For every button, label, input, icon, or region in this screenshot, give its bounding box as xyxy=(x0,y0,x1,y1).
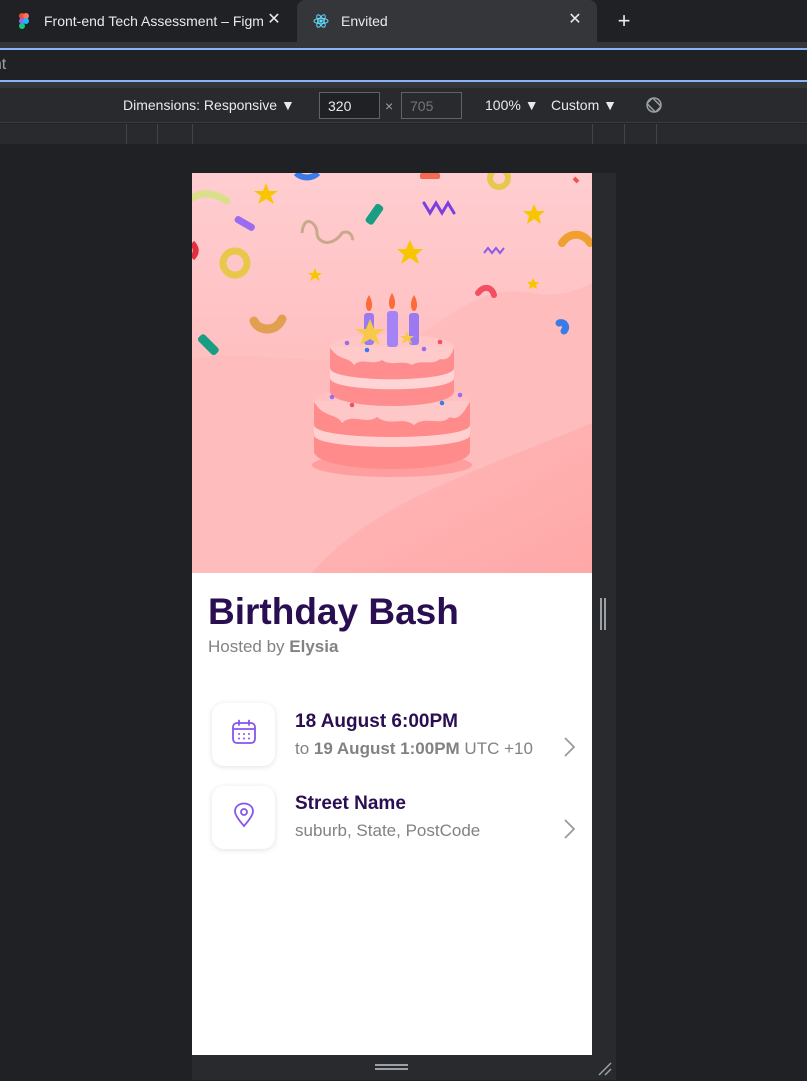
tab-envited[interactable]: Envited ✕ xyxy=(297,0,597,42)
hosted-by-label: Hosted by xyxy=(208,637,290,656)
address-bar[interactable] xyxy=(0,48,807,82)
dimensions-dropdown[interactable]: Dimensions: Responsive ▼ xyxy=(123,97,295,113)
resize-handle-right[interactable] xyxy=(600,598,606,630)
location-pin-icon xyxy=(232,802,256,833)
rotate-icon[interactable] xyxy=(645,96,663,114)
location-card xyxy=(212,786,275,849)
zoom-dropdown[interactable]: 100% ▼ xyxy=(485,97,539,113)
calendar-icon xyxy=(231,719,257,750)
throttle-dropdown[interactable]: Custom ▼ xyxy=(551,97,617,113)
media-query-ruler xyxy=(0,124,807,144)
react-icon xyxy=(313,13,329,29)
browser-toolbar xyxy=(0,42,807,88)
close-icon[interactable]: ✕ xyxy=(567,12,583,28)
times-symbol: × xyxy=(385,98,394,114)
address-input[interactable] xyxy=(0,50,807,80)
width-input[interactable] xyxy=(319,92,380,119)
host-line: Hosted by Elysia xyxy=(208,637,338,657)
tab-label: Front-end Tech Assessment – Figma xyxy=(44,13,264,29)
tab-strip: Front-end Tech Assessment – Figma ✕ Envi… xyxy=(0,0,807,42)
device-toolbar: Dimensions: Responsive ▼ × 100% ▼ Custom… xyxy=(0,88,807,123)
birthday-cake-hero-image xyxy=(192,173,592,573)
date-card xyxy=(212,703,275,766)
date-end-line: to 19 August 1:00PM UTC +10 xyxy=(295,739,533,759)
chevron-right-icon[interactable] xyxy=(562,818,576,840)
device-viewport: Birthday Bash Hosted by Elysia 18 August… xyxy=(192,173,592,1055)
resize-corner-icon[interactable] xyxy=(596,1060,612,1076)
date-to-label: to xyxy=(295,739,314,758)
timezone: UTC +10 xyxy=(459,739,533,758)
figma-icon xyxy=(16,13,32,29)
tab-figma[interactable]: Front-end Tech Assessment – Figma ✕ xyxy=(0,0,296,42)
height-input[interactable] xyxy=(401,92,462,119)
resize-handle-bottom[interactable] xyxy=(375,1064,408,1070)
event-title: Birthday Bash xyxy=(208,591,459,632)
chevron-right-icon[interactable] xyxy=(562,736,576,758)
date-start: 18 August 6:00PM xyxy=(295,711,458,732)
new-tab-button[interactable]: + xyxy=(612,9,636,33)
location-title: Street Name xyxy=(295,793,406,814)
host-name: Elysia xyxy=(289,637,339,656)
date-end: 19 August 1:00PM xyxy=(313,739,460,758)
close-icon[interactable]: ✕ xyxy=(266,12,282,28)
location-sub: suburb, State, PostCode xyxy=(295,821,481,840)
tab-label: Envited xyxy=(341,13,388,29)
